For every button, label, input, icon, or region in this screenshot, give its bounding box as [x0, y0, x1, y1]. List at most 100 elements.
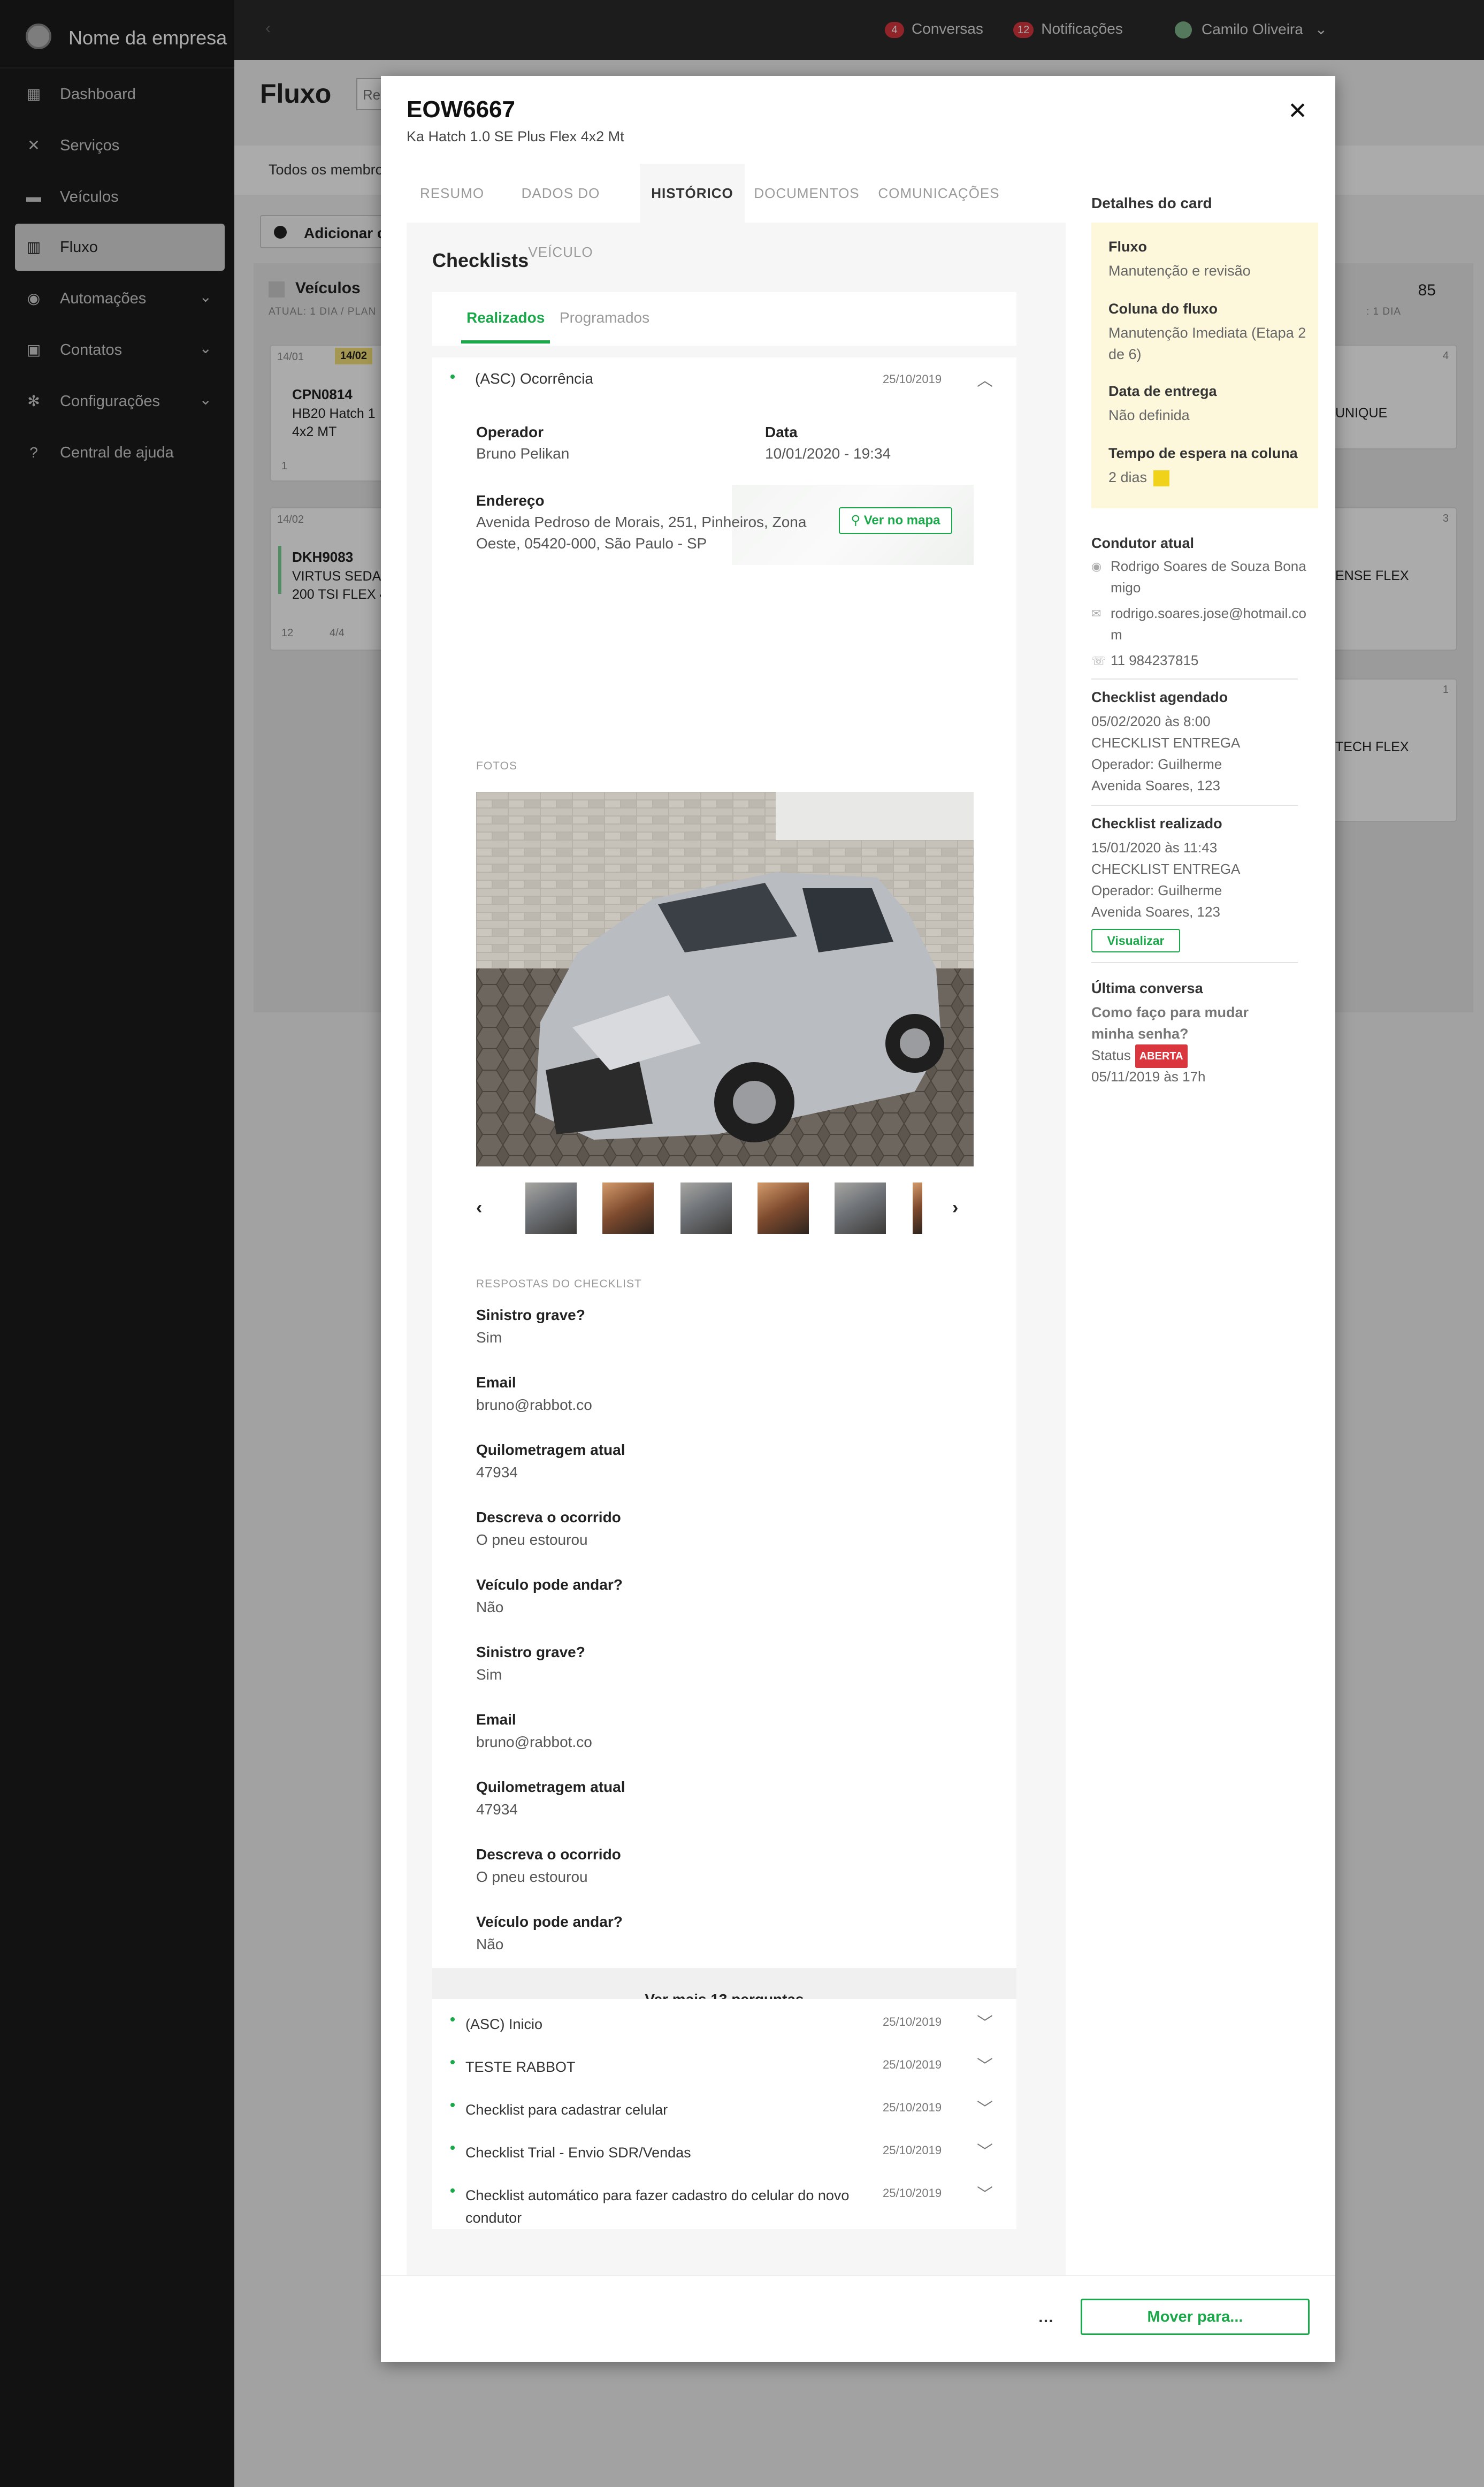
- agendado-line: CHECKLIST ENTREGA: [1091, 735, 1241, 751]
- visualizar-button[interactable]: Visualizar: [1091, 929, 1180, 952]
- chevron-right-icon[interactable]: ›: [952, 1197, 958, 1218]
- espera-value: 2 dias: [1108, 467, 1306, 488]
- thumbnail[interactable]: [602, 1183, 654, 1234]
- mail-icon: ✉: [1091, 607, 1101, 620]
- tab-resumo[interactable]: RESUMO: [407, 164, 498, 223]
- tab-historico[interactable]: HISTÓRICO: [640, 164, 745, 223]
- divider: [1091, 678, 1298, 680]
- car-photo-image: [476, 792, 974, 1166]
- card-info-box: Fluxo Manutenção e revisão Coluna do fluxo…: [1091, 223, 1318, 508]
- operador-value: Bruno Pelikan: [476, 445, 570, 462]
- card-modal: EOW6667 Ka Hatch 1.0 SE Plus Flex 4x2 Mt…: [381, 76, 1335, 2362]
- list-item[interactable]: Checklist Trial - Envio SDR/Vendas 25/10/…: [432, 2127, 1016, 2170]
- conversa-text[interactable]: Como faço para mudar minha senha?: [1091, 1002, 1273, 1044]
- chevron-left-icon[interactable]: ‹: [476, 1197, 482, 1218]
- chevron-down-icon[interactable]: ﹀: [977, 2010, 993, 2033]
- checklist-header[interactable]: (ASC) Ocorrência 25/10/2019 ︿: [432, 357, 1016, 400]
- answer-question: Descreva o ocorrido: [476, 1509, 621, 1525]
- conversa-date: 05/11/2019 às 17h: [1091, 1069, 1206, 1085]
- status-dot: [450, 375, 455, 379]
- subtab-realizados[interactable]: Realizados: [461, 309, 550, 344]
- data-label: Data: [765, 424, 798, 440]
- checklist-date: 25/10/2019: [883, 2015, 942, 2028]
- answer-question: Descreva o ocorrido: [476, 1846, 621, 1863]
- chevron-up-icon[interactable]: ︿: [977, 367, 993, 391]
- realizado-label: Checklist realizado: [1091, 815, 1222, 831]
- answer-question: Email: [476, 1711, 516, 1728]
- thumbnail[interactable]: [525, 1183, 577, 1234]
- section-title: Checklists: [432, 249, 529, 271]
- list-item[interactable]: Checklist automático para fazer cadastro…: [432, 2170, 1016, 2229]
- answer-value: 47934: [476, 1464, 518, 1481]
- checklist-date: 25/10/2019: [883, 2058, 942, 2071]
- agendado-line: Avenida Soares, 123: [1091, 777, 1220, 794]
- car-photo[interactable]: [476, 792, 974, 1166]
- agendado-label: Checklist agendado: [1091, 689, 1228, 705]
- condutor-phone: 11 984237815: [1111, 652, 1199, 668]
- modal-subtitle: Ka Hatch 1.0 SE Plus Flex 4x2 Mt: [407, 128, 624, 144]
- checklist-title: (ASC) Inicio: [465, 2016, 543, 2032]
- condutor-name: Rodrigo Soares de Souza Bonamigo: [1111, 558, 1306, 596]
- condutor-email: rodrigo.soares.jose@hotmail.com: [1111, 605, 1307, 643]
- coluna-label: Coluna do fluxo: [1108, 301, 1218, 317]
- fluxo-label: Fluxo: [1108, 239, 1147, 255]
- move-to-button[interactable]: Mover para...: [1081, 2299, 1310, 2335]
- answer-value: Não: [476, 1599, 504, 1615]
- espera-label: Tempo de espera na coluna: [1108, 445, 1298, 461]
- view-map-button[interactable]: ⚲ Ver no mapa: [839, 507, 952, 534]
- checklist-date: 25/10/2019: [883, 2186, 942, 2200]
- answer-value: O pneu estourou: [476, 1868, 588, 1885]
- checklist-title: Checklist automático para fazer cadastro…: [465, 2187, 850, 2226]
- realizado-line: CHECKLIST ENTREGA: [1091, 861, 1241, 877]
- status-label: Status: [1091, 1047, 1131, 1063]
- tab-documentos[interactable]: DOCUMENTOS: [749, 164, 865, 223]
- checklist-date: 25/10/2019: [883, 372, 942, 386]
- subtab-programados[interactable]: Programados: [560, 309, 649, 326]
- thumbnail[interactable]: [913, 1183, 922, 1234]
- chevron-down-icon[interactable]: ﹀: [977, 2095, 993, 2119]
- answer-value: Sim: [476, 1329, 502, 1346]
- agendado-line: Operador: Guilherme: [1091, 756, 1222, 772]
- fluxo-value: Manutenção e revisão: [1108, 263, 1251, 279]
- chevron-down-icon[interactable]: ﹀: [977, 2181, 993, 2204]
- answer-value: bruno@rabbot.co: [476, 1397, 592, 1413]
- chevron-down-icon[interactable]: ﹀: [977, 2053, 993, 2076]
- espera-text: 2 dias: [1108, 469, 1148, 485]
- view-map-label: Ver no mapa: [863, 513, 940, 528]
- chevron-down-icon[interactable]: ﹀: [977, 2138, 993, 2162]
- data-value: 10/01/2020 - 19:34: [765, 445, 891, 462]
- user-icon: ◉: [1091, 560, 1102, 573]
- realizado-line: Avenida Soares, 123: [1091, 904, 1220, 920]
- list-item[interactable]: TESTE RABBOT 25/10/2019 ﹀: [432, 2042, 1016, 2085]
- thumbnail[interactable]: [835, 1183, 886, 1234]
- answer-value: O pneu estourou: [476, 1531, 588, 1548]
- divider: [1091, 962, 1298, 963]
- conversa-label: Última conversa: [1091, 980, 1203, 996]
- tab-dados-veiculo[interactable]: DADOS DO VEÍCULO: [498, 164, 624, 260]
- realizado-line: 15/01/2020 às 11:43: [1091, 840, 1218, 856]
- thumbnail[interactable]: [758, 1183, 809, 1234]
- status-badge: ABERTA: [1135, 1044, 1188, 1069]
- list-item[interactable]: (ASC) Inicio 25/10/2019 ﹀: [432, 1999, 1016, 2042]
- respostas-label: RESPOSTAS DO CHECKLIST: [476, 1278, 642, 1290]
- tabs: RESUMO DADOS DO VEÍCULO HISTÓRICO DOCUME…: [407, 164, 1066, 260]
- status-row: Status ABERTA: [1091, 1044, 1316, 1069]
- list-item[interactable]: Checklist para cadastrar celular 25/10/20…: [432, 2085, 1016, 2127]
- more-options-icon[interactable]: …: [1038, 2308, 1054, 2326]
- status-dot: [450, 2188, 455, 2193]
- agendado-line: 05/02/2020 às 8:00: [1091, 713, 1211, 729]
- checklist-date: 25/10/2019: [883, 2101, 942, 2114]
- endereco-value: Avenida Pedroso de Morais, 251, Pinheiro…: [476, 514, 807, 552]
- subtabs: Realizados Programados: [432, 292, 1016, 346]
- thumbnail[interactable]: [680, 1183, 732, 1234]
- card-details-panel: Detalhes do card Fluxo Manutenção e revisã…: [1066, 164, 1335, 2283]
- answer-question: Sinistro grave?: [476, 1307, 585, 1323]
- wait-indicator: [1153, 470, 1170, 486]
- checklist-title: (ASC) Ocorrência: [475, 370, 593, 387]
- condutor-label: Condutor atual: [1091, 535, 1194, 551]
- checklist-title: TESTE RABBOT: [465, 2059, 576, 2075]
- close-icon[interactable]: ✕: [1288, 97, 1307, 125]
- fotos-label: FOTOS: [476, 760, 517, 772]
- entrega-label: Data de entrega: [1108, 383, 1217, 399]
- tab-comunicacoes[interactable]: COMUNICAÇÕES: [867, 164, 1011, 223]
